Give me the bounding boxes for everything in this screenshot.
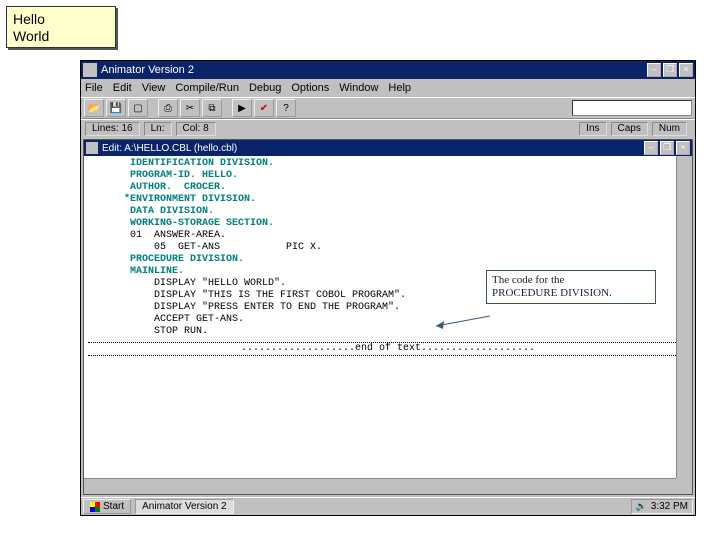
status-caps: Caps xyxy=(611,122,648,136)
clock: 3:32 PM xyxy=(651,501,688,512)
status-ins: Ins xyxy=(579,122,606,136)
editor-title: Edit: A:\HELLO.CBL (hello.cbl) xyxy=(102,143,644,154)
taskbar-item[interactable]: Animator Version 2 xyxy=(135,499,234,514)
editor-close[interactable]: × xyxy=(676,141,690,155)
status-bar: Lines: 16 Ln: Col: 8 Ins Caps Num xyxy=(81,119,695,137)
window-title: Animator Version 2 xyxy=(101,64,647,76)
menu-view[interactable]: View xyxy=(142,82,166,94)
copy-button[interactable]: ⧉ xyxy=(202,99,222,117)
toolbar-field[interactable] xyxy=(572,100,692,116)
vertical-scrollbar[interactable] xyxy=(676,156,692,478)
print-button[interactable]: ⎙ xyxy=(158,99,178,117)
callout-line1: The code for the xyxy=(492,274,650,287)
menu-options[interactable]: Options xyxy=(291,82,329,94)
callout-box: The code for the PROCEDURE DIVISION. xyxy=(486,270,656,304)
app-icon xyxy=(83,63,97,77)
run-button[interactable]: ▶ xyxy=(232,99,252,117)
status-num: Num xyxy=(652,122,687,136)
minimize-button[interactable]: – xyxy=(647,63,661,77)
task-label: Animator Version 2 xyxy=(142,501,227,512)
window-controls: – ❐ × xyxy=(647,63,693,77)
hello-line2: World xyxy=(13,28,109,45)
restore-button[interactable]: ❐ xyxy=(663,63,677,77)
status-col: Col: 8 xyxy=(176,122,216,136)
code-editor[interactable]: IDENTIFICATION DIVISION. PROGRAM-ID. HEL… xyxy=(84,156,692,478)
callout-line2: PROCEDURE DIVISION. xyxy=(492,287,650,300)
menu-edit[interactable]: Edit xyxy=(113,82,132,94)
new-button[interactable]: ▢ xyxy=(128,99,148,117)
start-label: Start xyxy=(103,501,124,512)
menubar: File Edit View Compile/Run Debug Options… xyxy=(81,79,695,97)
help-button[interactable]: ? xyxy=(276,99,296,117)
editor-titlebar[interactable]: Edit: A:\HELLO.CBL (hello.cbl) – ❐ × xyxy=(84,140,692,156)
close-button[interactable]: × xyxy=(679,63,693,77)
save-button[interactable]: 💾 xyxy=(106,99,126,117)
editor-minimize[interactable]: – xyxy=(644,141,658,155)
editor-restore[interactable]: ❐ xyxy=(660,141,674,155)
titlebar[interactable]: Animator Version 2 – ❐ × xyxy=(81,61,695,79)
menu-help[interactable]: Help xyxy=(388,82,411,94)
status-ln: Ln: xyxy=(144,122,172,136)
menu-debug[interactable]: Debug xyxy=(249,82,281,94)
windows-icon xyxy=(90,502,100,512)
menu-file[interactable]: File xyxy=(85,82,103,94)
check-button[interactable]: ✔ xyxy=(254,99,274,117)
horizontal-scrollbar[interactable] xyxy=(84,478,676,494)
app-window: Animator Version 2 – ❐ × File Edit View … xyxy=(80,60,696,516)
system-tray[interactable]: 🔊 3:32 PM xyxy=(631,499,693,514)
speaker-icon[interactable]: 🔊 xyxy=(636,501,647,512)
doc-icon xyxy=(86,142,98,154)
menu-window[interactable]: Window xyxy=(339,82,378,94)
start-button[interactable]: Start xyxy=(83,499,131,514)
menu-compile[interactable]: Compile/Run xyxy=(175,82,239,94)
hello-line1: Hello xyxy=(13,11,109,28)
taskbar: Start Animator Version 2 🔊 3:32 PM xyxy=(81,497,695,515)
hello-world-annotation: Hello World xyxy=(6,6,116,48)
cut-button[interactable]: ✂ xyxy=(180,99,200,117)
toolbar: 📂 💾 ▢ ⎙ ✂ ⧉ ▶ ✔ ? xyxy=(81,97,695,119)
open-button[interactable]: 📂 xyxy=(84,99,104,117)
scroll-corner xyxy=(676,478,692,494)
status-lines: Lines: 16 xyxy=(85,122,140,136)
editor-window: Edit: A:\HELLO.CBL (hello.cbl) – ❐ × IDE… xyxy=(83,139,693,495)
